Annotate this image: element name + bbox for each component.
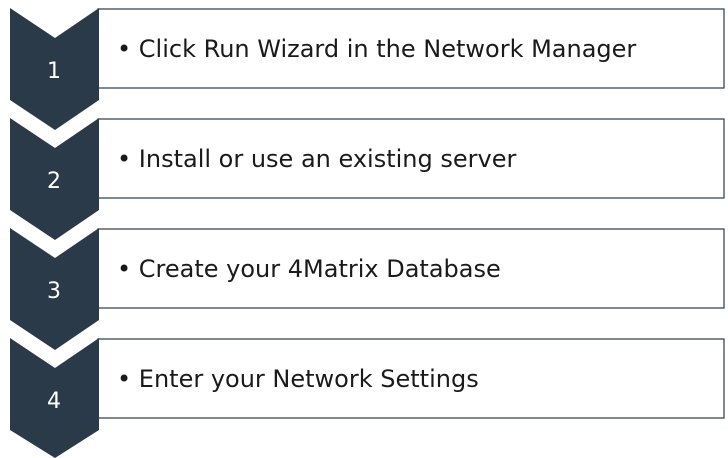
- step-number-3: 3: [47, 279, 61, 304]
- step-text-2: • Install or use an existing server: [117, 145, 516, 173]
- process-diagram: 1 • Click Run Wizard in the Network Mana…: [10, 8, 725, 458]
- step-text-4: • Enter your Network Settings: [117, 365, 479, 393]
- step-number-4: 4: [47, 389, 61, 414]
- step-text-3: • Create your 4Matrix Database: [117, 255, 501, 283]
- step-3: 3 • Create your 4Matrix Database: [10, 228, 725, 350]
- step-1: 1 • Click Run Wizard in the Network Mana…: [10, 8, 725, 130]
- step-4: 4 • Enter your Network Settings: [10, 338, 725, 458]
- step-text-1: • Click Run Wizard in the Network Manage…: [117, 35, 636, 63]
- step-number-1: 1: [47, 59, 61, 84]
- step-number-2: 2: [47, 169, 61, 194]
- step-2: 2 • Install or use an existing server: [10, 118, 725, 240]
